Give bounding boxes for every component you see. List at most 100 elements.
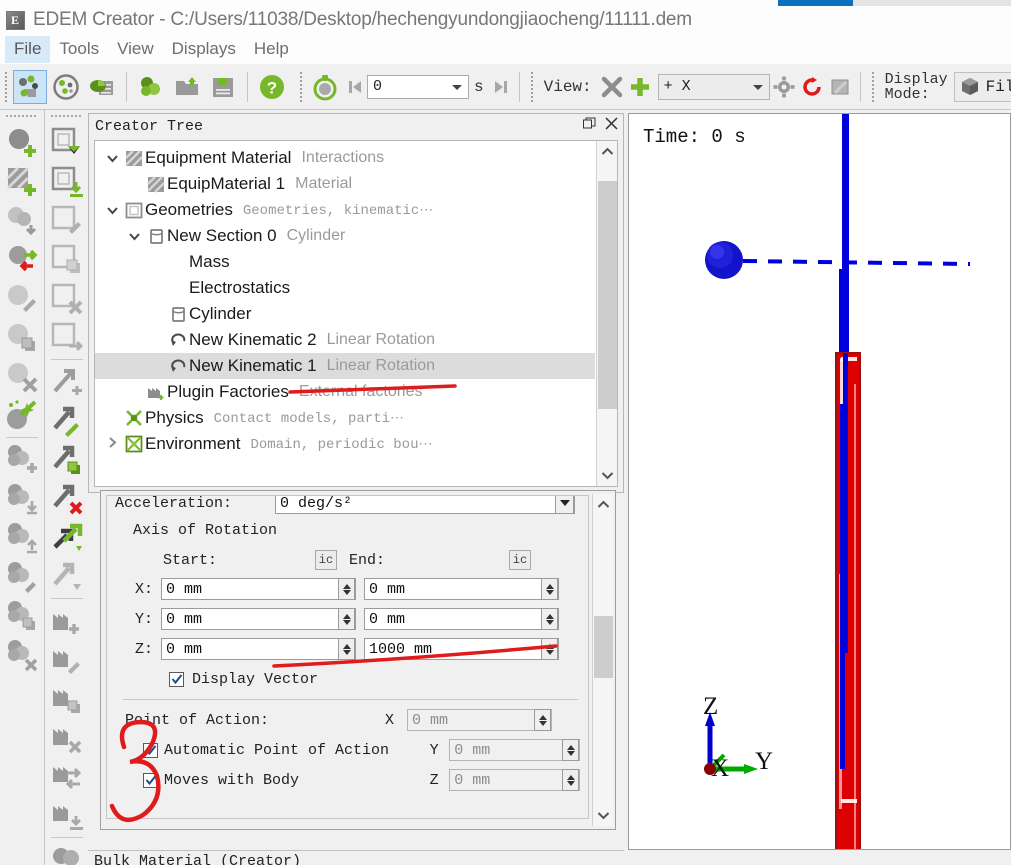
edit-particle-icon[interactable] (2, 279, 42, 318)
export-bulk-material-icon[interactable] (2, 518, 42, 557)
import-particle-icon[interactable] (2, 201, 42, 240)
menu-view[interactable]: View (108, 36, 163, 63)
moves-with-body-checkbox[interactable] (143, 772, 158, 788)
help-icon[interactable]: ? (255, 70, 289, 104)
properties-scroll-thumb[interactable] (594, 616, 613, 678)
end-spinner[interactable] (541, 638, 558, 660)
close-icon[interactable] (605, 117, 618, 130)
creator-icon[interactable] (13, 69, 47, 104)
tree-scroll-thumb[interactable] (598, 181, 617, 409)
start-ic-button[interactable]: ic (315, 550, 337, 570)
simulator-icon[interactable] (49, 70, 83, 104)
step-back-icon[interactable] (344, 70, 366, 104)
add-geometry-icon[interactable] (47, 123, 87, 162)
import-bulk-material-icon[interactable] (2, 479, 42, 518)
view-reset-icon[interactable] (799, 70, 825, 104)
edit-kinematic-icon[interactable] (47, 401, 87, 440)
particle-pair-icon[interactable] (47, 840, 87, 865)
step-forward-icon[interactable] (490, 70, 512, 104)
add-material-icon[interactable] (2, 162, 42, 201)
tree-row[interactable]: New Kinematic 2 Linear Rotation (95, 327, 595, 353)
menu-file[interactable]: File (5, 35, 51, 63)
save-icon[interactable] (206, 70, 240, 104)
edit-geometry-icon[interactable] (47, 201, 87, 240)
start-spinner[interactable] (338, 578, 355, 600)
start-x-field[interactable]: 0 mm (161, 578, 356, 600)
toolbar-grip-2[interactable] (298, 71, 304, 102)
copy-particle-icon[interactable] (2, 318, 42, 357)
toolbar-grip-4[interactable] (869, 71, 876, 102)
view-axis-combo[interactable]: + X (657, 73, 770, 100)
add-kinematic-icon[interactable] (47, 362, 87, 401)
tree-row[interactable]: Geometries Geometries, kinematic⋯ (95, 197, 595, 223)
view-clear-icon[interactable] (599, 70, 625, 104)
tree-vertical-scrollbar[interactable] (596, 141, 617, 486)
delete-particle-icon[interactable] (2, 357, 42, 396)
tree-row[interactable]: Physics Contact models, parti⋯ (95, 405, 595, 431)
timer-icon[interactable] (308, 70, 342, 104)
end-y-field[interactable]: 0 mm (364, 608, 559, 630)
poa-y-field[interactable]: 0 mm (449, 739, 580, 761)
chevron-down-icon[interactable] (101, 151, 123, 166)
end-z-field[interactable]: 1000 mm (364, 638, 559, 660)
copy-geometry-icon[interactable] (47, 240, 87, 279)
tree-row[interactable]: Plugin Factories External factories (95, 379, 595, 405)
analyst-icon[interactable] (85, 70, 119, 104)
chevron-down-icon[interactable] (101, 203, 123, 218)
poa-x-field[interactable]: 0 mm (407, 709, 552, 731)
time-combo[interactable]: 0 (367, 74, 469, 99)
rail-a-grip[interactable] (6, 112, 38, 120)
import-geometry-icon[interactable] (47, 162, 87, 201)
open-icon[interactable] (170, 70, 204, 104)
delete-geometry-icon[interactable] (47, 279, 87, 318)
delete-kinematic-icon[interactable] (47, 479, 87, 518)
tree-row[interactable]: Equipment Material Interactions (95, 145, 595, 171)
view-edit-icon[interactable] (827, 70, 853, 104)
start-z-field[interactable]: 0 mm (161, 638, 356, 660)
menu-help[interactable]: Help (245, 36, 298, 63)
poa-y-spinner[interactable] (562, 739, 579, 761)
scroll-down-icon[interactable] (597, 465, 617, 486)
copy-bulk-material-icon[interactable] (2, 596, 42, 635)
end-x-field[interactable]: 0 mm (364, 578, 559, 600)
rail-b-grip[interactable] (50, 112, 83, 120)
acceleration-combo[interactable]: 0 deg/s² (275, 496, 575, 514)
view-add-icon[interactable] (627, 70, 653, 104)
chevron-right-icon[interactable] (101, 436, 123, 452)
tree-row[interactable]: EquipMaterial 1 Material (95, 171, 595, 197)
copy-factory-icon[interactable] (47, 679, 87, 718)
tree-row[interactable]: Electrostatics (95, 275, 595, 301)
import-factory-icon[interactable] (47, 796, 87, 835)
transfer-factory-icon[interactable] (47, 757, 87, 796)
transform-geometry-icon[interactable] (47, 318, 87, 357)
start-y-field[interactable]: 0 mm (161, 608, 356, 630)
float-icon[interactable] (583, 117, 596, 130)
display-mode-button[interactable]: Filled (953, 71, 1011, 102)
end-spinner[interactable] (541, 578, 558, 600)
poa-z-spinner[interactable] (562, 769, 579, 791)
delete-bulk-material-icon[interactable] (2, 635, 42, 674)
tree-row[interactable]: New Kinematic 1 Linear Rotation (95, 353, 595, 379)
tree-row[interactable]: Environment Domain, periodic bou⋯ (95, 431, 595, 457)
tree-row[interactable]: New Section 0 Cylinder (95, 223, 595, 249)
menu-displays[interactable]: Displays (163, 36, 245, 63)
add-factory-icon[interactable] (47, 601, 87, 640)
auto-particle-icon[interactable] (2, 396, 42, 435)
start-spinner[interactable] (338, 608, 355, 630)
add-particle-icon[interactable] (2, 123, 42, 162)
copy-kinematic-icon[interactable] (47, 440, 87, 479)
end-ic-button[interactable]: ic (509, 550, 531, 570)
apply-kinematic-icon[interactable] (47, 518, 87, 557)
scroll-down-icon[interactable] (593, 805, 614, 826)
toolbar-grip-3[interactable] (528, 71, 535, 102)
toolbar-grip-1[interactable] (3, 71, 9, 102)
end-spinner[interactable] (541, 608, 558, 630)
poa-x-spinner[interactable] (534, 709, 551, 731)
chevron-down-icon[interactable] (555, 496, 574, 514)
view-settings-icon[interactable] (771, 70, 797, 104)
scroll-up-icon[interactable] (597, 141, 617, 162)
delete-factory-icon[interactable] (47, 718, 87, 757)
export-kinematic-icon[interactable] (47, 557, 87, 596)
display-vector-checkbox[interactable] (169, 671, 184, 687)
automatic-point-checkbox[interactable] (143, 742, 158, 758)
